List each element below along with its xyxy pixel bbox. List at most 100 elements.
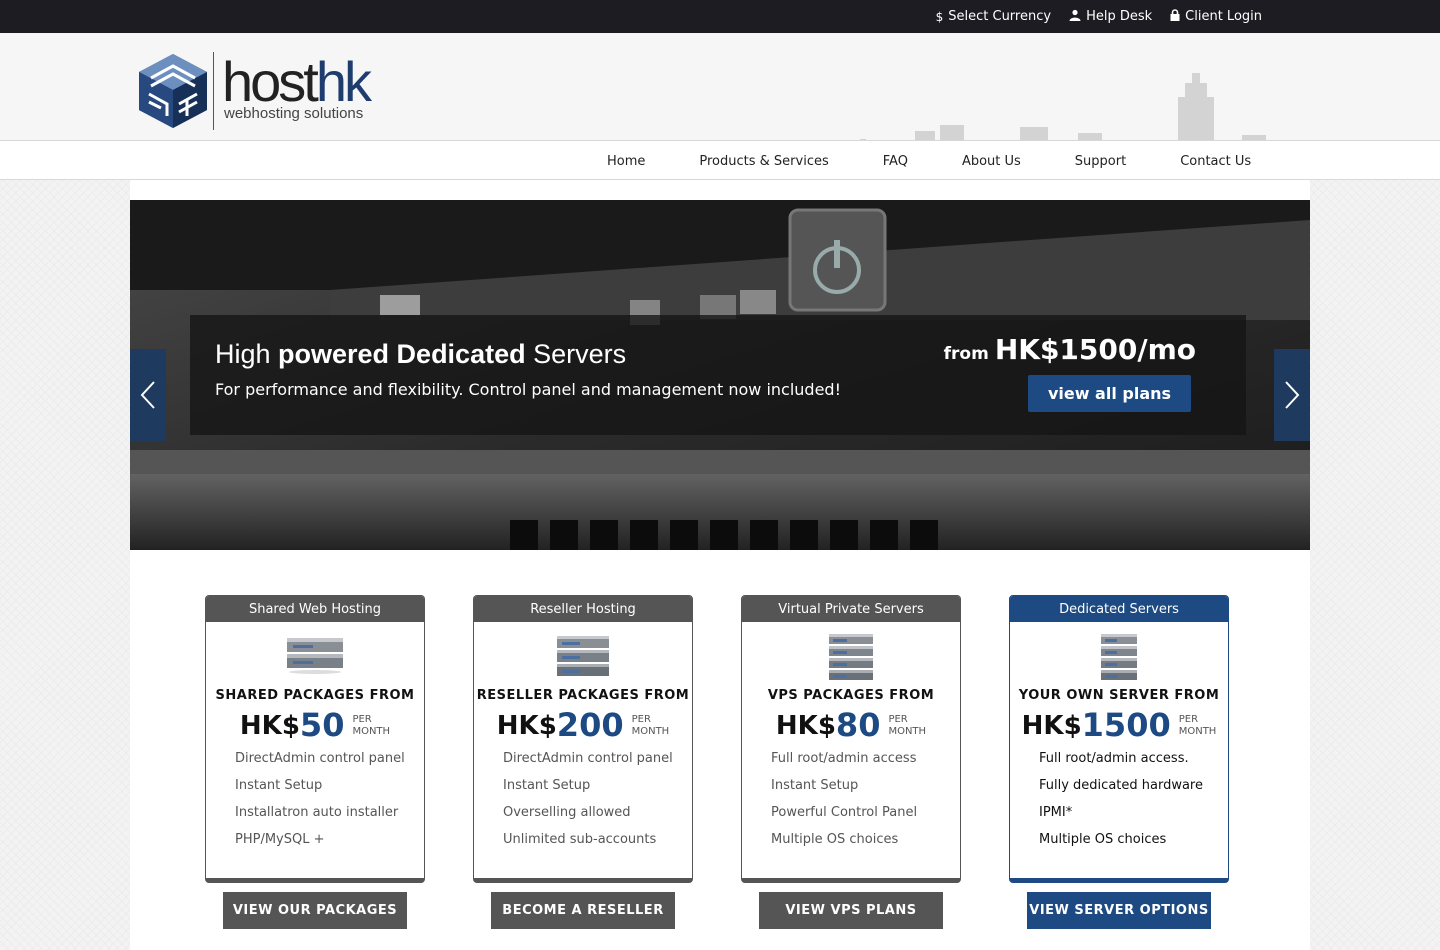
price-currency: HK$	[775, 711, 836, 741]
card-from-label: SHARED PACKAGES FROM	[215, 688, 415, 703]
nav-home[interactable]: Home	[580, 154, 672, 169]
card-header: Shared Web Hosting	[206, 596, 424, 622]
chevron-left-icon	[140, 381, 155, 409]
feature-list: DirectAdmin control panel Instant Setup …	[206, 745, 424, 853]
help-desk-link[interactable]: Help Desk	[1069, 9, 1152, 24]
card-price: HK$ 50 PER MONTH	[206, 707, 424, 741]
nav-about-us[interactable]: About Us	[935, 154, 1048, 169]
feature-item: DirectAdmin control panel	[235, 751, 405, 766]
feature-item: Instant Setup	[235, 778, 323, 793]
price-per: PER	[888, 714, 908, 725]
view-vps-plans-button[interactable]: VIEW VPS PLANS	[759, 892, 943, 929]
price-currency: HK$	[1021, 711, 1082, 741]
feature-item: Full root/admin access	[771, 751, 917, 766]
slide-title-post: Servers	[525, 339, 627, 369]
card-from-label: VPS PACKAGES FROM	[767, 688, 935, 703]
price-value: 50	[299, 706, 345, 744]
card-from-label: RESELLER PACKAGES FROM	[476, 688, 690, 703]
nav-products-services[interactable]: Products & Services	[672, 154, 855, 169]
lock-icon	[1170, 9, 1180, 24]
feature-list: Full root/admin access Instant Setup Pow…	[742, 745, 960, 853]
help-desk-label: Help Desk	[1086, 9, 1153, 24]
feature-item: Multiple OS choices	[771, 832, 899, 847]
slide-subtitle: For performance and flexibility. Control…	[215, 380, 841, 399]
feature-item: Instant Setup	[503, 778, 591, 793]
plan-card-dedicated: Dedicated Servers YOUR OWN SERVER FROM H…	[1009, 595, 1229, 883]
main-nav: Home Products & Services FAQ About Us Su…	[0, 140, 1440, 180]
nav-support[interactable]: Support	[1048, 154, 1153, 169]
feature-item: Overselling allowed	[503, 805, 631, 820]
feature-item: Full root/admin access.	[1039, 751, 1189, 766]
price-month: MONTH	[888, 726, 927, 737]
slide-title-pre: High	[215, 339, 279, 369]
feature-list: DirectAdmin control panel Instant Setup …	[474, 745, 692, 853]
feature-item: Multiple OS choices	[1039, 832, 1167, 847]
slide-price: from HK$1500/mo	[944, 333, 1196, 366]
feature-item: Powerful Control Panel	[771, 805, 918, 820]
price-month: MONTH	[352, 726, 391, 737]
price-month: MONTH	[1178, 726, 1217, 737]
chevron-right-icon	[1285, 381, 1300, 409]
slide-caption: High powered Dedicated Servers For perfo…	[190, 315, 1246, 435]
card-header: Dedicated Servers	[1010, 596, 1228, 622]
nav-items: Home Products & Services FAQ About Us Su…	[580, 141, 1278, 181]
select-currency-link[interactable]: $ Select Currency	[936, 9, 1051, 24]
client-login-label: Client Login	[1185, 9, 1262, 24]
card-header: Virtual Private Servers	[742, 596, 960, 622]
feature-item: PHP/MySQL +	[235, 832, 325, 847]
price-currency: HK$	[496, 711, 557, 741]
plan-card-reseller: Reseller Hosting RESELLER PACKAGES FROM …	[473, 595, 693, 883]
slide-title-bold: powered Dedicated	[278, 339, 526, 369]
card-price: HK$ 200 PER MONTH	[474, 707, 692, 741]
server-icon	[1010, 634, 1228, 682]
price-period: PER MONTH	[888, 714, 926, 738]
plan-card-shared: Shared Web Hosting SHARED PACKAGES FROM …	[205, 595, 425, 883]
brand-host: host	[222, 50, 319, 113]
user-icon	[1069, 9, 1081, 24]
server-icon	[206, 634, 424, 682]
select-currency-label: Select Currency	[948, 9, 1052, 24]
slider-prev-button[interactable]	[130, 349, 166, 441]
slide-price-amount: HK$1500/mo	[994, 333, 1196, 366]
price-value: 80	[835, 706, 881, 744]
nav-contact-us[interactable]: Contact Us	[1153, 154, 1278, 169]
top-bar: $ Select Currency Help Desk Client Login	[0, 0, 1440, 33]
logo-divider	[213, 52, 214, 130]
price-period: PER MONTH	[352, 714, 390, 738]
brand-tagline: webhosting solutions	[224, 105, 364, 122]
server-icon	[742, 634, 960, 682]
card-price: HK$ 80 PER MONTH	[742, 707, 960, 741]
feature-list: Full root/admin access. Fully dedicated …	[1010, 745, 1228, 853]
price-month: MONTH	[631, 726, 670, 737]
card-price: HK$ 1500 PER MONTH	[1010, 707, 1228, 741]
brand-name: hosthk	[222, 54, 372, 110]
view-server-options-button[interactable]: VIEW SERVER OPTIONS	[1027, 892, 1211, 929]
hosthk-logo[interactable]: hosthk webhosting solutions	[137, 52, 372, 130]
feature-item: Fully dedicated hardware	[1039, 778, 1203, 793]
price-period: PER MONTH	[632, 714, 670, 738]
view-all-plans-button[interactable]: view all plans	[1028, 375, 1191, 412]
feature-item: IPMI*	[1039, 805, 1073, 820]
content-area: High powered Dedicated Servers For perfo…	[130, 180, 1310, 950]
logo-cube-icon	[139, 54, 207, 128]
server-icon	[474, 634, 692, 682]
slider-next-button[interactable]	[1274, 349, 1310, 441]
client-login-link[interactable]: Client Login	[1170, 9, 1262, 24]
price-currency: HK$	[239, 711, 300, 741]
price-per: PER	[352, 714, 372, 725]
brand-text: hosthk webhosting solutions	[222, 52, 372, 122]
price-value: 1500	[1081, 706, 1171, 744]
top-links: $ Select Currency Help Desk Client Login	[936, 0, 1262, 33]
slide-title: High powered Dedicated Servers	[215, 339, 626, 370]
price-value: 200	[556, 706, 624, 744]
card-header: Reseller Hosting	[474, 596, 692, 622]
hero-slider: High powered Dedicated Servers For perfo…	[130, 200, 1310, 550]
become-a-reseller-button[interactable]: BECOME A RESELLER	[491, 892, 675, 929]
feature-item: Unlimited sub-accounts	[503, 832, 657, 847]
slide-price-from: from	[943, 344, 989, 364]
feature-item: DirectAdmin control panel	[503, 751, 673, 766]
view-our-packages-button[interactable]: VIEW OUR PACKAGES	[223, 892, 407, 929]
price-per: PER	[1178, 714, 1199, 725]
nav-faq[interactable]: FAQ	[856, 154, 935, 169]
price-per: PER	[631, 714, 651, 725]
